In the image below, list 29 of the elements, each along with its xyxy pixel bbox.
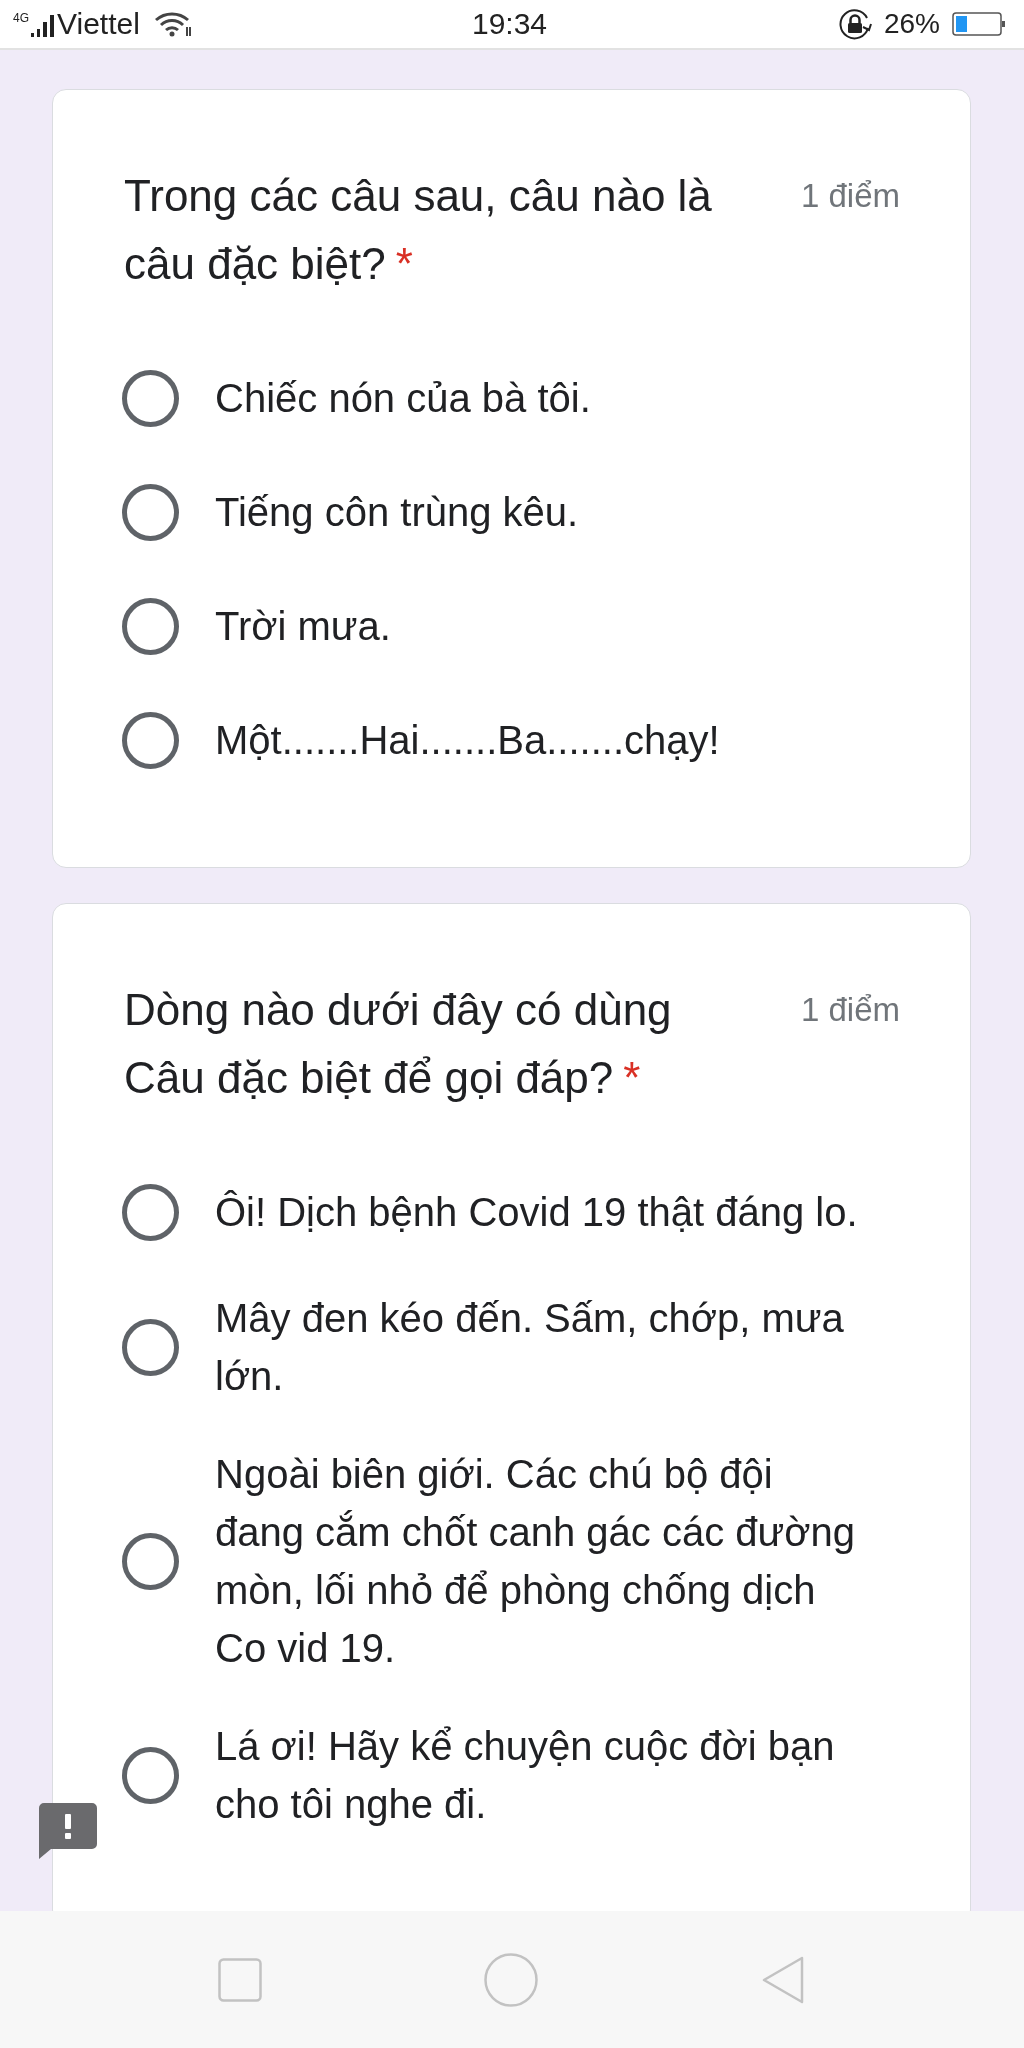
alert-bubble-icon[interactable] <box>39 1803 97 1859</box>
signal-icon <box>31 15 55 37</box>
wifi-icon <box>153 11 194 37</box>
option-label[interactable]: Lá ơi! Hãy kể chuyện cuộc đời bạn cho tôi nghe đi. <box>215 1717 865 1833</box>
option-label[interactable]: Một.......Hai.......Ba.......chạy! <box>215 711 720 769</box>
carrier-name: Viettel <box>57 6 140 42</box>
question-title: Trong các câu sau, câu nào là câu đặc biệt? * <box>124 170 713 290</box>
radio-button[interactable] <box>122 1746 179 1804</box>
rotation-lock-icon <box>837 7 872 41</box>
radio-button[interactable] <box>122 597 179 655</box>
radio-button[interactable] <box>122 1318 179 1376</box>
option-label[interactable]: Ôi! Dịch bệnh Covid 19 thật đáng lo. <box>215 1183 858 1241</box>
option-label[interactable]: Mây đen kéo đến. Sấm, chớp, mưa lớn. <box>215 1289 865 1405</box>
option-label[interactable]: Ngoài biên giới. Các chú bộ đội đang cắm chốt canh gác các đường mòn, lối nhỏ để phòng chống dịch Co vid 19. <box>215 1445 865 1677</box>
radio-button[interactable] <box>122 483 179 541</box>
battery-percent: 26% <box>883 7 940 41</box>
option-label[interactable]: Trời mưa. <box>215 597 391 655</box>
question-title: Dòng nào dưới đây có dùng Câu đặc biệt để gọi đáp? * <box>124 984 673 1104</box>
points-label: 1 điểm <box>800 990 900 1030</box>
network-type: 4G <box>13 12 29 24</box>
option-label[interactable]: Chiếc nón của bà tôi. <box>215 369 591 427</box>
radio-button[interactable] <box>122 711 179 769</box>
points-label: 1 điểm <box>800 176 900 216</box>
radio-button[interactable] <box>122 369 179 427</box>
radio-button[interactable] <box>122 1532 179 1590</box>
radio-button[interactable] <box>122 1183 179 1241</box>
clock-time: 19:34 <box>471 6 548 42</box>
battery-icon <box>952 12 1006 36</box>
option-label[interactable]: Tiếng côn trùng kêu. <box>215 483 579 541</box>
